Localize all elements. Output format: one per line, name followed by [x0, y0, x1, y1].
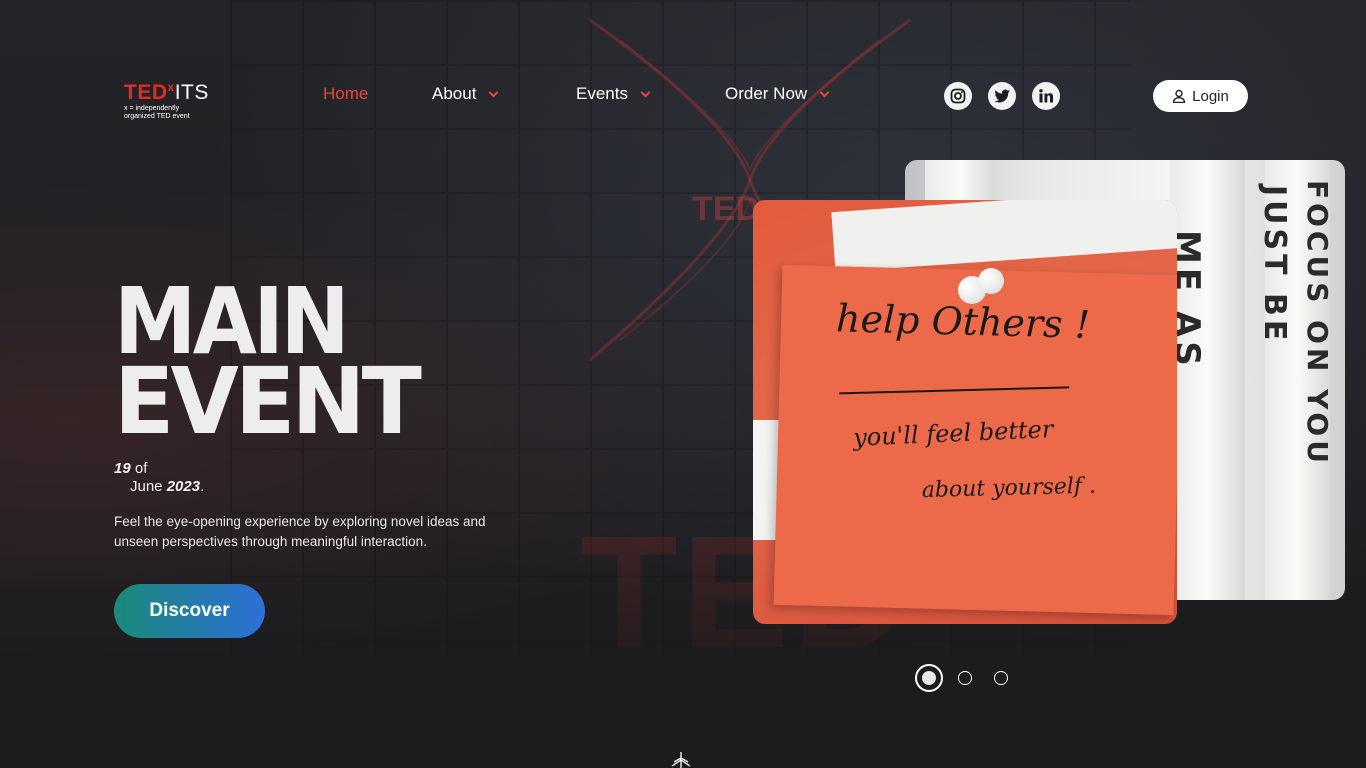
nav-about[interactable]: About	[432, 84, 499, 104]
hero-title: MAIN EVENT	[114, 276, 431, 455]
banner-text-middle: JUST BE	[1257, 185, 1292, 345]
note-line2: you'll feel better	[852, 414, 1054, 452]
user-icon	[1172, 89, 1186, 103]
hero-title-line2: EVENT	[114, 348, 422, 455]
nav-order-now-label: Order Now	[725, 84, 808, 103]
twitter-button[interactable]	[988, 82, 1016, 110]
scroll-down-icon[interactable]	[668, 752, 694, 768]
nav-home-label: Home	[323, 84, 369, 103]
logo-its: ITS	[174, 81, 209, 104]
instagram-icon	[950, 88, 966, 104]
push-pin	[978, 268, 1004, 294]
chevron-down-icon	[640, 87, 651, 97]
event-date: 19 of June 2023.	[114, 460, 204, 496]
event-date-month: June	[130, 478, 163, 495]
logo-subtitle-line1: x = independently	[124, 105, 180, 112]
logo-x: x	[167, 80, 175, 94]
login-button[interactable]: Login	[1153, 80, 1248, 112]
chevron-down-icon	[488, 87, 499, 97]
note-line1: help Others !	[835, 296, 1091, 347]
banner-text-right: FOCUS ON YOU	[1301, 180, 1334, 467]
discover-label: Discover	[149, 600, 230, 621]
event-date-day: 19	[114, 460, 131, 477]
white-paper-strip	[831, 200, 1177, 273]
note-underline	[839, 386, 1070, 395]
note-line3: about yourself .	[921, 473, 1097, 504]
event-date-period: .	[200, 478, 205, 495]
nav-about-label: About	[432, 84, 477, 103]
event-date-of: of	[134, 460, 148, 477]
instagram-button[interactable]	[944, 82, 972, 110]
logo-subtitle: x = independently organized TED event	[124, 105, 234, 121]
carousel-image-front: help Others ! you'll feel better about y…	[753, 200, 1177, 624]
carousel-dot-3[interactable]	[994, 671, 1008, 685]
carousel-dot-2[interactable]	[958, 671, 972, 685]
event-date-year: 2023	[166, 478, 201, 495]
linkedin-button[interactable]	[1032, 82, 1060, 110]
discover-button[interactable]: Discover	[114, 584, 265, 638]
login-label: Login	[1192, 87, 1229, 105]
chevron-down-icon	[819, 87, 830, 97]
logo-subtitle-line2: organized TED event	[124, 113, 190, 120]
logo-ted: TED	[124, 81, 168, 104]
tedx-logo[interactable]: TEDxITS x = independently organized TED …	[124, 76, 234, 121]
banner-middle	[1170, 160, 1245, 600]
linkedin-icon	[1039, 89, 1053, 103]
nav-home[interactable]: Home	[323, 84, 368, 104]
background-ted-sign: TED	[692, 190, 760, 228]
twitter-icon	[993, 89, 1010, 103]
logo-wordmark: TEDxITS	[124, 76, 234, 104]
sticky-note: help Others ! you'll feel better about y…	[773, 264, 1177, 616]
carousel-dot-1[interactable]	[915, 664, 943, 692]
hero-description: Feel the eye-opening experience by explo…	[114, 514, 486, 549]
nav-order-now[interactable]: Order Now	[725, 84, 830, 104]
nav-events[interactable]: Events	[576, 84, 651, 104]
nav-events-label: Events	[576, 84, 628, 103]
